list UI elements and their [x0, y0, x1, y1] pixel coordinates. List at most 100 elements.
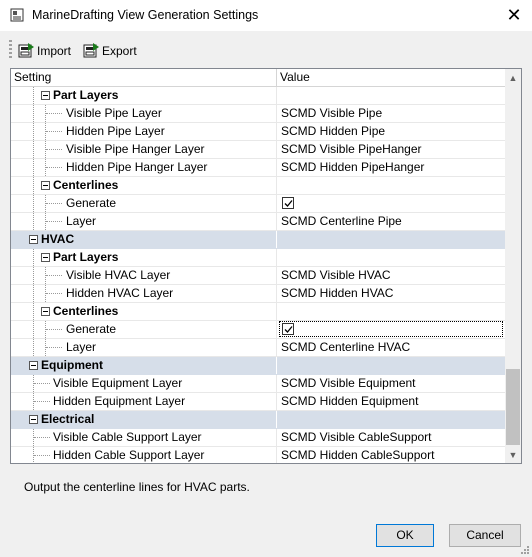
collapse-icon[interactable]: [41, 253, 50, 262]
setting-cell[interactable]: Layer: [11, 213, 277, 230]
value-cell[interactable]: SCMD Hidden HVAC: [278, 285, 507, 302]
value-cell[interactable]: SCMD Hidden PipeHanger: [278, 159, 507, 176]
close-icon: ✕: [506, 5, 522, 25]
setting-cell[interactable]: Centerlines: [11, 177, 277, 194]
value-cell[interactable]: [278, 303, 507, 320]
setting-label: Generate: [66, 322, 117, 336]
collapse-icon[interactable]: [41, 307, 50, 316]
tree-line: [46, 347, 62, 348]
tree-line: [33, 105, 34, 122]
value-cell[interactable]: [278, 195, 507, 212]
setting-cell[interactable]: Generate: [11, 195, 277, 212]
value-text: SCMD Visible Equipment: [281, 376, 416, 390]
setting-cell[interactable]: Equipment: [11, 357, 277, 374]
toolbar-grip[interactable]: [9, 40, 12, 60]
property-row[interactable]: Hidden Pipe Hanger Layer SCMD Hidden Pipe…: [11, 159, 507, 177]
scroll-thumb[interactable]: [506, 369, 520, 445]
subcategory-row[interactable]: Centerlines: [11, 303, 507, 321]
setting-cell[interactable]: Centerlines: [11, 303, 277, 320]
setting-label: Visible Pipe Layer: [66, 106, 162, 120]
property-row[interactable]: Visible Equipment Layer SCMD Visible Equi…: [11, 375, 507, 393]
value-cell[interactable]: SCMD Hidden Equipment: [278, 393, 507, 410]
collapse-icon[interactable]: [29, 415, 38, 424]
value-cell[interactable]: [278, 231, 507, 248]
value-cell[interactable]: SCMD Hidden CableSupport: [278, 447, 507, 463]
vertical-scrollbar[interactable]: ▲ ▼: [505, 69, 521, 463]
collapse-icon[interactable]: [41, 181, 50, 190]
column-header-value[interactable]: Value: [277, 69, 507, 86]
value-cell[interactable]: [278, 177, 507, 194]
setting-cell[interactable]: Visible Equipment Layer: [11, 375, 277, 392]
setting-label: Part Layers: [53, 250, 119, 264]
import-button[interactable]: Import: [18, 42, 71, 60]
export-button[interactable]: Export: [83, 42, 137, 60]
setting-cell[interactable]: Part Layers: [11, 87, 277, 104]
property-row[interactable]: Hidden HVAC Layer SCMD Hidden HVAC: [11, 285, 507, 303]
value-cell[interactable]: [278, 249, 507, 266]
property-row[interactable]: Hidden Equipment Layer SCMD Hidden Equipm…: [11, 393, 507, 411]
ok-button[interactable]: OK: [376, 524, 434, 547]
setting-cell[interactable]: Layer: [11, 339, 277, 356]
scroll-up-icon[interactable]: ▲: [505, 69, 521, 86]
collapse-icon[interactable]: [29, 235, 38, 244]
property-row[interactable]: Generate: [11, 195, 507, 213]
category-row[interactable]: HVAC: [11, 231, 507, 249]
collapse-icon[interactable]: [41, 91, 50, 100]
close-button[interactable]: ✕: [496, 0, 532, 31]
value-cell[interactable]: SCMD Centerline HVAC: [278, 339, 507, 356]
resize-grip-icon[interactable]: [520, 545, 530, 555]
value-text: SCMD Hidden CableSupport: [281, 448, 435, 462]
value-cell[interactable]: SCMD Visible CableSupport: [278, 429, 507, 446]
value-cell[interactable]: SCMD Visible Equipment: [278, 375, 507, 392]
cancel-button[interactable]: Cancel: [449, 524, 521, 547]
setting-cell[interactable]: Generate: [11, 321, 277, 338]
grid-header: Setting Value: [11, 69, 507, 87]
setting-cell[interactable]: Visible HVAC Layer: [11, 267, 277, 284]
tree-line: [33, 177, 34, 194]
generate-checkbox[interactable]: [282, 323, 294, 335]
property-row[interactable]: Generate: [11, 321, 507, 339]
tree-line: [33, 141, 34, 158]
setting-cell[interactable]: Hidden HVAC Layer: [11, 285, 277, 302]
setting-cell[interactable]: Hidden Equipment Layer: [11, 393, 277, 410]
scroll-down-icon[interactable]: ▼: [505, 446, 521, 463]
value-text: SCMD Visible CableSupport: [281, 430, 432, 444]
setting-cell[interactable]: Visible Pipe Layer: [11, 105, 277, 122]
category-row[interactable]: Equipment: [11, 357, 507, 375]
property-row[interactable]: Visible Cable Support Layer SCMD Visible …: [11, 429, 507, 447]
value-cell[interactable]: SCMD Visible PipeHanger: [278, 141, 507, 158]
setting-cell[interactable]: HVAC: [11, 231, 277, 248]
value-cell[interactable]: SCMD Visible HVAC: [278, 267, 507, 284]
property-row[interactable]: Hidden Pipe Layer SCMD Hidden Pipe: [11, 123, 507, 141]
property-grid[interactable]: Setting Value Part Layers Visible Pipe La…: [10, 68, 522, 464]
setting-cell[interactable]: Electrical: [11, 411, 277, 428]
value-cell[interactable]: [278, 321, 507, 338]
subcategory-row[interactable]: Part Layers: [11, 249, 507, 267]
value-cell[interactable]: [278, 411, 507, 428]
property-row[interactable]: Hidden Cable Support Layer SCMD Hidden Ca…: [11, 447, 507, 463]
setting-cell[interactable]: Hidden Pipe Layer: [11, 123, 277, 140]
description-text: Output the centerline lines for HVAC par…: [24, 480, 250, 494]
subcategory-row[interactable]: Centerlines: [11, 177, 507, 195]
category-row[interactable]: Electrical: [11, 411, 507, 429]
property-row[interactable]: Layer SCMD Centerline HVAC: [11, 339, 507, 357]
property-row[interactable]: Visible HVAC Layer SCMD Visible HVAC: [11, 267, 507, 285]
property-row[interactable]: Visible Pipe Hanger Layer SCMD Visible Pi…: [11, 141, 507, 159]
setting-cell[interactable]: Hidden Cable Support Layer: [11, 447, 277, 463]
property-row[interactable]: Layer SCMD Centerline Pipe: [11, 213, 507, 231]
setting-cell[interactable]: Hidden Pipe Hanger Layer: [11, 159, 277, 176]
value-cell[interactable]: [278, 87, 507, 104]
setting-cell[interactable]: Visible Cable Support Layer: [11, 429, 277, 446]
property-row[interactable]: Visible Pipe Layer SCMD Visible Pipe: [11, 105, 507, 123]
generate-checkbox[interactable]: [282, 197, 294, 209]
setting-cell[interactable]: Part Layers: [11, 249, 277, 266]
subcategory-row[interactable]: Part Layers: [11, 87, 507, 105]
value-cell[interactable]: [278, 357, 507, 374]
setting-cell[interactable]: Visible Pipe Hanger Layer: [11, 141, 277, 158]
setting-label: Visible Pipe Hanger Layer: [66, 142, 205, 156]
value-cell[interactable]: SCMD Hidden Pipe: [278, 123, 507, 140]
value-cell[interactable]: SCMD Visible Pipe: [278, 105, 507, 122]
value-cell[interactable]: SCMD Centerline Pipe: [278, 213, 507, 230]
collapse-icon[interactable]: [29, 361, 38, 370]
column-header-setting[interactable]: Setting: [11, 69, 277, 86]
